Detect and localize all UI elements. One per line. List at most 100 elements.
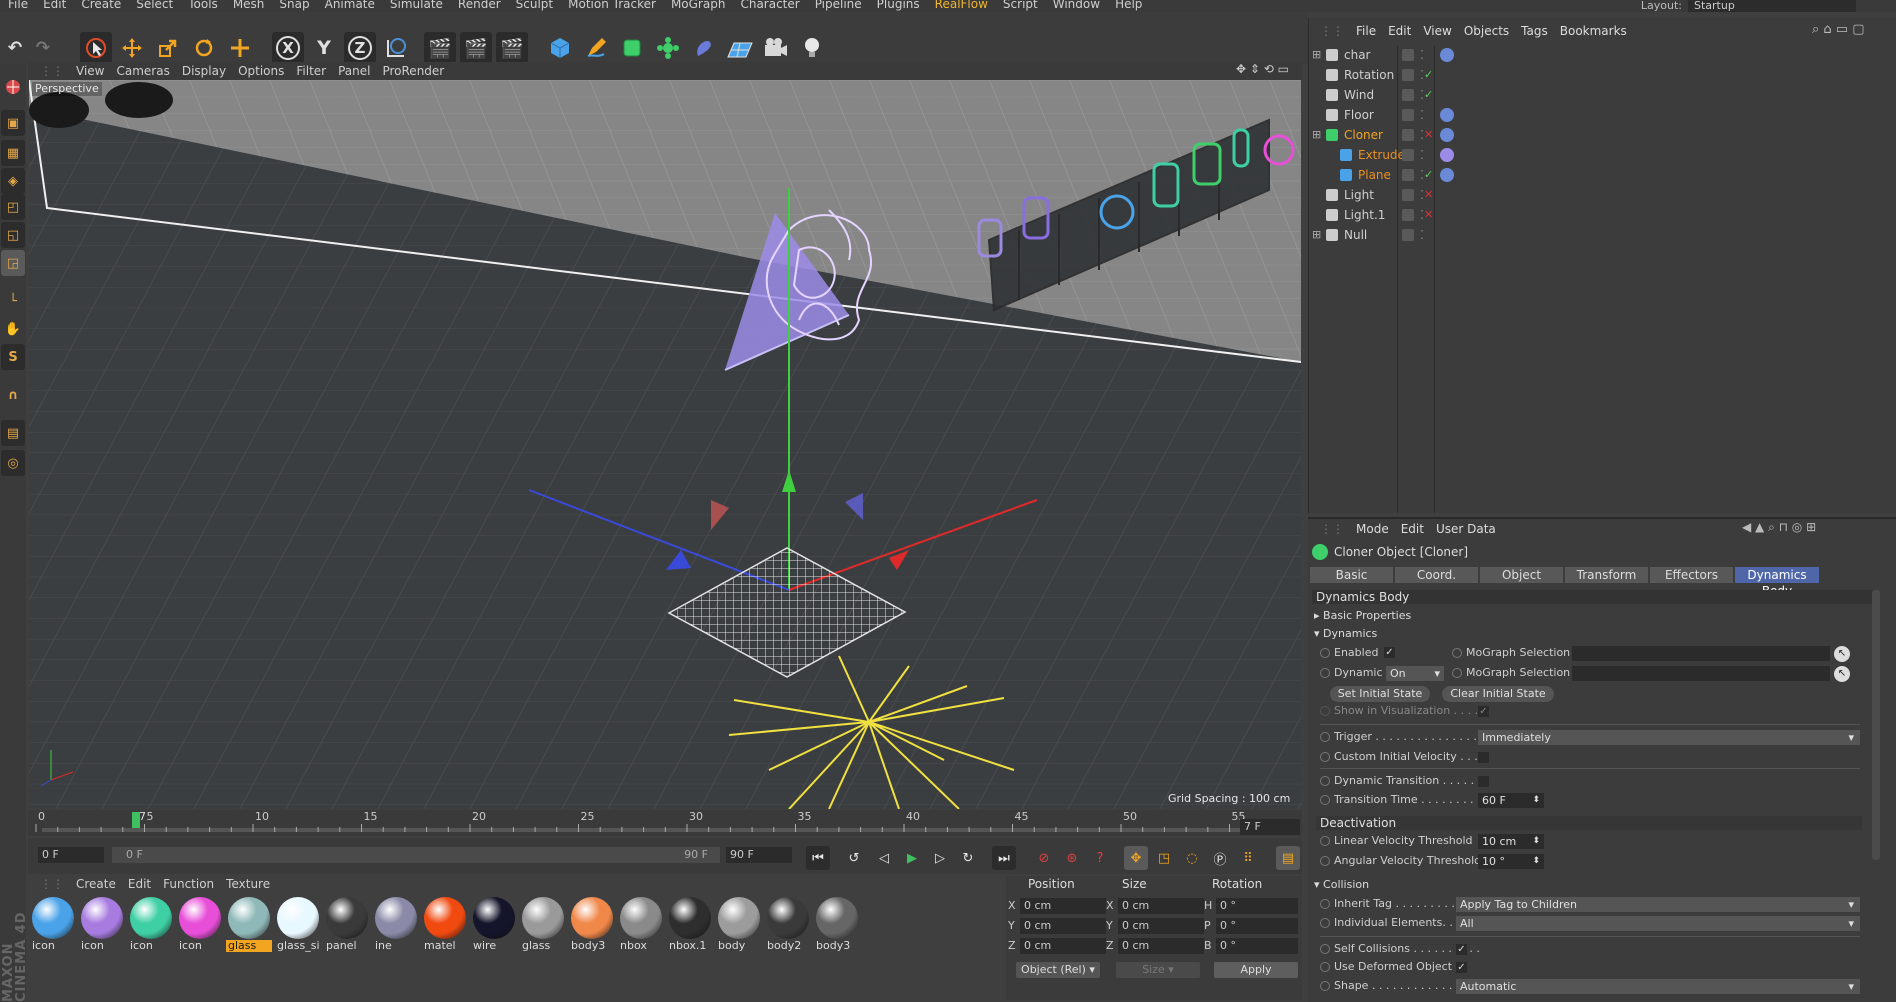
- use-deformed-object-checkbox[interactable]: ✓: [1456, 962, 1467, 973]
- transition-time-field[interactable]: 60 F ⬍: [1478, 793, 1544, 808]
- enabled-animate-icon[interactable]: [1320, 648, 1330, 658]
- dynamic-transition-checkbox[interactable]: [1478, 776, 1489, 787]
- coord-size-field[interactable]: 0 cm: [1118, 918, 1204, 934]
- object-row[interactable]: Wind ⁚ ✓: [1308, 85, 1888, 105]
- material-menu-create[interactable]: Create: [76, 876, 116, 892]
- dynamic-dropdown[interactable]: On ▾: [1386, 666, 1444, 681]
- previous-frame-icon[interactable]: ◁: [872, 846, 896, 870]
- light-icon[interactable]: [796, 32, 828, 64]
- record-scale-icon[interactable]: ◳: [1152, 846, 1176, 870]
- record-rotation-icon[interactable]: ◌: [1180, 846, 1204, 870]
- menu-window[interactable]: Window: [1045, 0, 1107, 10]
- editor-visibility-toggle[interactable]: [1402, 69, 1414, 81]
- tab-dynamics-body[interactable]: Dynamics Body: [1735, 567, 1819, 598]
- render-settings-icon[interactable]: 🎬: [496, 32, 528, 64]
- viewport-menu-cameras[interactable]: Cameras: [116, 62, 169, 80]
- group-basic-properties[interactable]: ▸ Basic Properties: [1314, 609, 1411, 622]
- material-swatch[interactable]: icon: [128, 897, 174, 955]
- go-to-end-icon[interactable]: ⏭: [992, 846, 1016, 870]
- disabled-cross-icon[interactable]: ✕: [1424, 205, 1433, 225]
- self-collisions-checkbox[interactable]: ✓: [1456, 944, 1467, 955]
- start-frame-field[interactable]: 0 F: [38, 847, 104, 863]
- menu-help[interactable]: Help: [1107, 0, 1149, 10]
- next-keyframe-icon[interactable]: ↻: [956, 846, 980, 870]
- material-swatch[interactable]: ine: [373, 897, 419, 955]
- floor-icon[interactable]: [724, 32, 756, 64]
- magnet-icon[interactable]: ∩: [1, 382, 25, 408]
- linear-velocity-animate-icon[interactable]: [1320, 836, 1330, 846]
- material-swatch[interactable]: glass: [520, 897, 566, 955]
- menu-create[interactable]: Create: [73, 0, 128, 10]
- attribute-menu-edit[interactable]: Edit: [1401, 519, 1424, 539]
- visibility-dots-icon[interactable]: ⁚: [1420, 225, 1424, 245]
- editor-visibility-toggle[interactable]: [1402, 129, 1414, 141]
- visibility-dots-icon[interactable]: ⁚: [1420, 105, 1424, 125]
- object-row[interactable]: Light ⁚ ✕: [1308, 185, 1888, 205]
- move-tool-icon[interactable]: [116, 32, 148, 64]
- material-swatch[interactable]: panel: [324, 897, 370, 955]
- menu-render[interactable]: Render: [450, 0, 508, 10]
- shape-animate-icon[interactable]: [1320, 981, 1330, 991]
- mograph-selection-picker-icon-2[interactable]: ↖: [1834, 666, 1850, 682]
- model-mode-icon[interactable]: ▣: [1, 110, 25, 136]
- cube-primitive-icon[interactable]: [544, 32, 576, 64]
- menu-mesh[interactable]: Mesh: [225, 0, 272, 10]
- tweak-mode-icon[interactable]: ✋: [1, 316, 25, 342]
- object-row[interactable]: Floor ⁚: [1308, 105, 1888, 125]
- use-deformed-animate-icon[interactable]: [1320, 962, 1330, 972]
- mograph-selection-field-1[interactable]: [1572, 646, 1830, 661]
- layout-dropdown[interactable]: Startup: [1688, 0, 1856, 12]
- editor-visibility-toggle[interactable]: [1402, 49, 1414, 61]
- object-menu-objects[interactable]: Objects: [1464, 20, 1509, 42]
- menu-animate[interactable]: Animate: [317, 0, 382, 10]
- coord-size-field[interactable]: 0 cm: [1118, 898, 1204, 914]
- coordinate-system-icon[interactable]: [380, 32, 412, 64]
- coord-rotation-field[interactable]: 0 °: [1216, 918, 1298, 934]
- object-menu-edit[interactable]: Edit: [1388, 20, 1411, 42]
- end-frame-field[interactable]: 90 F: [726, 847, 792, 863]
- angular-velocity-animate-icon[interactable]: [1320, 856, 1330, 866]
- dynamic-animate-icon[interactable]: [1320, 668, 1330, 678]
- record-point-level-icon[interactable]: ⠿: [1236, 846, 1260, 870]
- mograph-selection-picker-icon-1[interactable]: ↖: [1834, 646, 1850, 662]
- 3d-viewport[interactable]: [29, 80, 1301, 809]
- camera-icon[interactable]: [760, 32, 792, 64]
- planar-workplane-icon[interactable]: ◎: [1, 450, 25, 476]
- coord-position-field[interactable]: 0 cm: [1020, 918, 1106, 934]
- enabled-check-icon[interactable]: ✓: [1424, 65, 1433, 85]
- enabled-checkbox[interactable]: ✓: [1384, 647, 1395, 658]
- tab-coord[interactable]: Coord.: [1395, 567, 1478, 583]
- mograph-selection-animate-icon[interactable]: [1452, 648, 1462, 658]
- material-menu-function[interactable]: Function: [163, 876, 214, 892]
- polygons-mode-icon[interactable]: ◲: [1, 250, 25, 276]
- object-row[interactable]: Light.1 ⁚ ✕: [1308, 205, 1888, 225]
- viewport-navigation-icons[interactable]: ✥ ⇕ ⟲ ▭: [1236, 62, 1289, 76]
- deformer-icon[interactable]: [688, 32, 720, 64]
- z-axis-lock-button[interactable]: Z: [344, 32, 376, 64]
- trigger-dropdown[interactable]: Immediately ▾: [1478, 730, 1860, 745]
- tab-basic[interactable]: Basic: [1310, 567, 1393, 583]
- material-menu-texture[interactable]: Texture: [226, 876, 270, 892]
- record-position-icon[interactable]: ✥: [1124, 846, 1148, 870]
- current-frame-field[interactable]: 7 F: [1240, 819, 1300, 835]
- material-swatch[interactable]: body3: [814, 897, 860, 955]
- group-dynamics[interactable]: ▾ Dynamics: [1314, 627, 1377, 640]
- points-mode-icon[interactable]: ◰: [1, 194, 25, 220]
- keyframe-selection-icon[interactable]: ?: [1088, 846, 1112, 870]
- next-frame-icon[interactable]: ▷: [928, 846, 952, 870]
- pen-spline-icon[interactable]: [580, 32, 612, 64]
- editor-visibility-toggle[interactable]: [1402, 189, 1414, 201]
- editor-visibility-toggle[interactable]: [1402, 209, 1414, 221]
- menu-sculpt[interactable]: Sculpt: [508, 0, 560, 10]
- object-row[interactable]: Extrude ⁚: [1308, 145, 1888, 165]
- material-swatch[interactable]: glass: [226, 897, 272, 955]
- menu-tools[interactable]: Tools: [180, 0, 225, 10]
- expand-toggle-icon[interactable]: ⊞: [1312, 125, 1321, 145]
- object-row[interactable]: ⊞ Null ⁚: [1308, 225, 1888, 245]
- individual-elements-dropdown[interactable]: All ▾: [1456, 916, 1860, 931]
- material-swatch[interactable]: matel: [422, 897, 468, 955]
- coord-rotation-field[interactable]: 0 °: [1216, 938, 1298, 954]
- disabled-cross-icon[interactable]: ✕: [1424, 125, 1433, 145]
- snap-icon[interactable]: S: [1, 344, 25, 370]
- custom-velocity-animate-icon[interactable]: [1320, 752, 1330, 762]
